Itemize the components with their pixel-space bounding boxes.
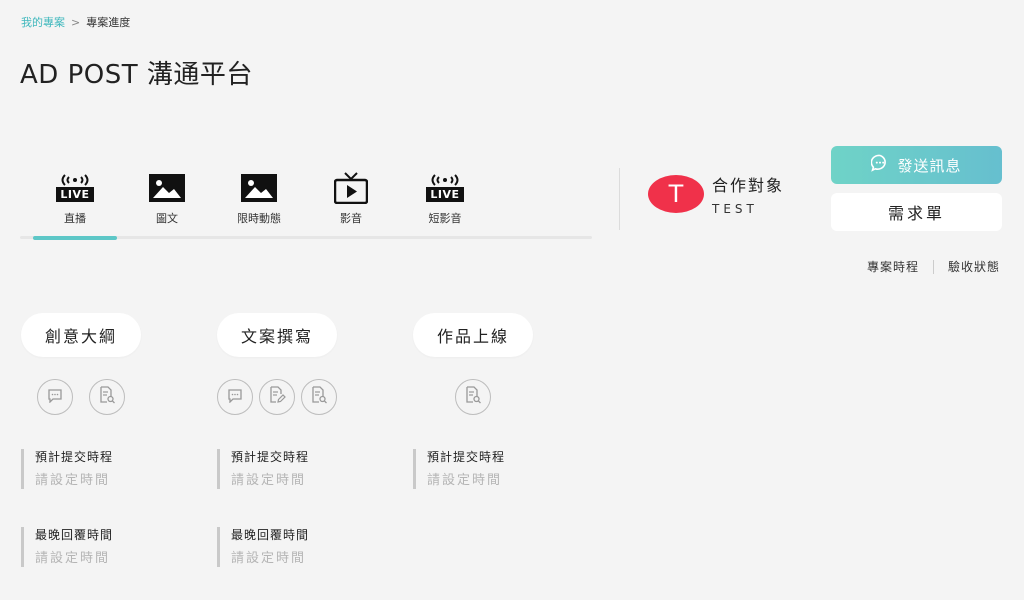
document-search-icon (98, 386, 116, 408)
send-message-button[interactable]: 發送訊息 (831, 146, 1002, 184)
view-document-button[interactable] (301, 379, 337, 415)
field-latest-reply: 最晚回覆時間 請設定時間 (217, 527, 387, 567)
field-label: 預計提交時程 (35, 450, 114, 464)
link-divider (932, 259, 934, 274)
tv-play-icon (334, 170, 368, 206)
view-document-button[interactable] (89, 379, 125, 415)
live-badge: LIVE (56, 187, 94, 202)
set-time-input[interactable]: 請設定時間 (35, 551, 191, 567)
field-label: 預計提交時程 (427, 450, 506, 464)
tab-label: 限時動態 (237, 212, 281, 225)
stage-title: 作品上線 (413, 313, 533, 357)
tab-short-video[interactable]: LIVE 短影音 (403, 170, 487, 230)
breadcrumb-my-projects-link[interactable]: 我的專案 (21, 14, 65, 30)
project-schedule-link[interactable]: 專案時程 (867, 258, 919, 275)
comment-button[interactable] (217, 379, 253, 415)
set-time-input[interactable]: 請設定時間 (427, 473, 583, 489)
view-document-button[interactable] (455, 379, 491, 415)
comment-icon (227, 388, 243, 407)
document-search-icon (310, 386, 328, 408)
acceptance-status-link[interactable]: 驗收狀態 (948, 258, 1000, 275)
document-edit-icon (268, 386, 286, 408)
image-icon (149, 170, 185, 206)
image-icon (241, 170, 277, 206)
partner-label: 合作對象 (712, 176, 785, 195)
field-expected-submission: 預計提交時程 請設定時間 (21, 449, 191, 489)
field-latest-reply: 最晚回覆時間 請設定時間 (21, 527, 191, 567)
avatar: T (648, 175, 704, 213)
stage-copywriting: 文案撰寫 預計提交時程 請設定時間 最晚回覆時間 請設定時間 (217, 313, 387, 567)
document-search-icon (464, 386, 482, 408)
breadcrumb: 我的專案 > 專案進度 (21, 14, 130, 30)
chat-bubble-icon (871, 154, 889, 176)
field-expected-submission: 預計提交時程 請設定時間 (413, 449, 583, 489)
tab-live[interactable]: LIVE 直播 (33, 170, 117, 230)
set-time-input[interactable]: 請設定時間 (35, 473, 191, 489)
requirements-button[interactable]: 需求單 (831, 193, 1002, 231)
partner-info: T 合作對象 TEST (648, 172, 784, 216)
tab-video[interactable]: 影音 (309, 170, 393, 230)
stage-publish: 作品上線 預計提交時程 請設定時間 (413, 313, 583, 489)
set-time-input[interactable]: 請設定時間 (231, 473, 387, 489)
vertical-divider (619, 168, 620, 230)
live-broadcast-icon: LIVE (56, 170, 94, 206)
tab-active-indicator (33, 236, 117, 240)
comment-icon (47, 388, 63, 407)
stage-creative-outline: 創意大綱 預計提交時程 請設定時間 最晚回覆時間 請設定時間 (21, 313, 191, 567)
field-expected-submission: 預計提交時程 請設定時間 (217, 449, 387, 489)
live-badge: LIVE (426, 187, 464, 202)
side-links: 專案時程 驗收狀態 (867, 258, 1000, 275)
field-label: 最晚回覆時間 (35, 528, 114, 542)
comment-button[interactable] (37, 379, 73, 415)
breadcrumb-separator: > (71, 15, 81, 29)
tab-image-post[interactable]: 圖文 (125, 170, 209, 230)
platform-tabs: LIVE 直播 圖文 限時動態 影音 LIVE 短影音 (20, 170, 592, 242)
set-time-input[interactable]: 請設定時間 (231, 551, 387, 567)
live-broadcast-icon: LIVE (426, 170, 464, 206)
edit-document-button[interactable] (259, 379, 295, 415)
breadcrumb-current: 專案進度 (86, 16, 131, 29)
tab-label: 圖文 (156, 212, 178, 225)
stage-title: 文案撰寫 (217, 313, 337, 357)
tab-label: 影音 (340, 212, 362, 225)
tab-label: 短影音 (428, 212, 462, 225)
field-label: 最晚回覆時間 (231, 528, 310, 542)
stage-title: 創意大綱 (21, 313, 141, 357)
send-message-label: 發送訊息 (897, 156, 962, 175)
field-label: 預計提交時程 (231, 450, 310, 464)
partner-name: TEST (712, 202, 758, 216)
page-title: AD POST 溝通平台 (20, 60, 253, 90)
tab-stories[interactable]: 限時動態 (217, 170, 301, 230)
tab-label: 直播 (64, 212, 86, 225)
